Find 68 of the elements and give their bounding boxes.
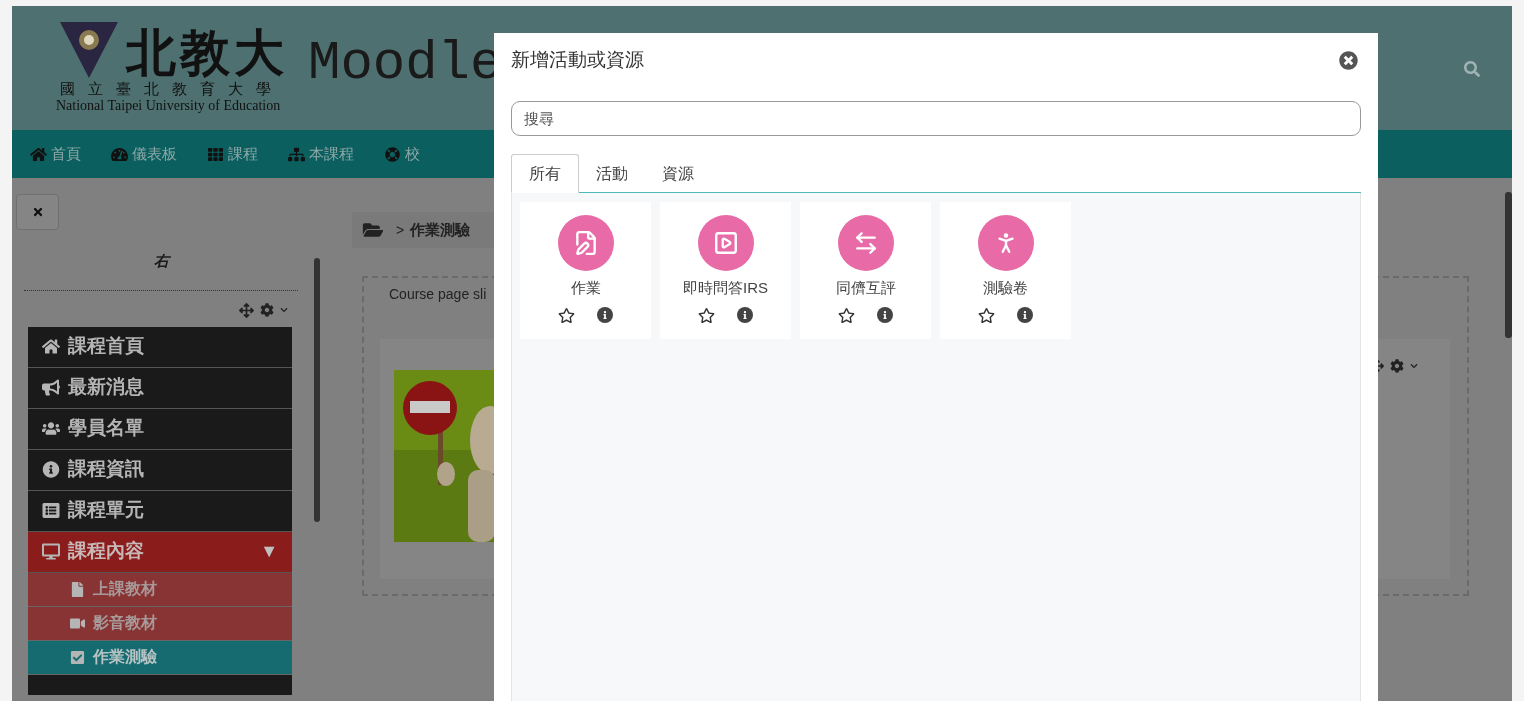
caret-icon[interactable] — [1410, 362, 1418, 370]
breadcrumb-separator: > — [396, 220, 405, 240]
lifebuoy-icon — [384, 146, 401, 162]
star-icon[interactable] — [698, 306, 715, 324]
sitemap-icon — [288, 146, 305, 162]
logo-subtitle: 國立臺北教育大學 — [60, 80, 285, 98]
activity-card[interactable]: 作業 — [520, 202, 651, 339]
home-icon — [30, 146, 47, 162]
logo-english-name: National Taipei University of Education — [56, 97, 282, 114]
activity-card[interactable]: 即時問答IRS — [660, 202, 791, 339]
star-icon[interactable] — [558, 306, 575, 324]
tab[interactable]: 所有 — [511, 154, 579, 193]
settings-icon[interactable] — [260, 303, 274, 317]
site-name: Moodle — [308, 31, 503, 96]
users-icon — [42, 420, 60, 437]
breadcrumb-link[interactable]: 作業測驗 — [410, 218, 471, 242]
menu-item[interactable]: 課程首頁 — [28, 326, 292, 368]
menu-label: 課程首頁 — [68, 334, 145, 359]
caret-icon[interactable] — [280, 306, 288, 314]
star-icon[interactable] — [978, 306, 995, 324]
folder-icon[interactable] — [362, 221, 384, 239]
checkbox-icon — [70, 649, 85, 665]
tab[interactable]: 資源 — [645, 154, 711, 193]
monitor-icon — [42, 543, 60, 560]
home-icon — [42, 338, 60, 355]
activity-label: 同儕互評 — [835, 278, 896, 298]
file-icon — [70, 581, 85, 597]
star-icon[interactable] — [838, 306, 855, 324]
menu-item[interactable]: 學員名單 — [28, 408, 292, 450]
expand-toggle[interactable]: ▼ — [260, 538, 278, 565]
grid-icon — [207, 146, 224, 162]
logo-title: 北教大 — [126, 24, 288, 81]
activity-label: 即時問答IRS — [683, 278, 768, 298]
close-button[interactable] — [16, 194, 59, 230]
menu-item[interactable]: 最新消息 — [28, 367, 292, 409]
list-icon — [42, 502, 60, 519]
info-icon — [42, 461, 60, 478]
menu-label: 學員名單 — [68, 416, 145, 441]
move-icon[interactable] — [239, 302, 254, 318]
menu-label: 課程資訊 — [68, 457, 145, 482]
info-icon[interactable] — [1017, 307, 1033, 323]
activity-label: 作業 — [570, 278, 601, 298]
submenu-label: 影音教材 — [93, 613, 157, 633]
info-icon[interactable] — [597, 307, 613, 323]
info-icon[interactable] — [737, 307, 753, 323]
menu-label: 課程單元 — [68, 498, 145, 523]
tab[interactable]: 活動 — [579, 154, 645, 193]
submenu-label: 上課教材 — [93, 579, 157, 599]
menu-item[interactable]: 課程單元 — [28, 490, 292, 532]
menu-item[interactable]: 課程內容 ▼ — [28, 531, 292, 573]
block-title: 右 — [154, 251, 172, 271]
activity-card[interactable]: 同儕互評 — [800, 202, 931, 339]
search-field[interactable]: 搜尋 — [511, 101, 1361, 136]
menu-label: 最新消息 — [68, 375, 145, 400]
gauge-icon — [111, 146, 128, 162]
menu-item[interactable]: 課程資訊 — [28, 449, 292, 491]
info-icon[interactable] — [877, 307, 893, 323]
settings-icon[interactable] — [1390, 359, 1404, 373]
submenu-label: 作業測驗 — [93, 647, 157, 667]
activity-card[interactable]: 測驗卷 — [940, 202, 1071, 339]
modal-title: 新增活動或資源 — [511, 47, 644, 72]
close-icon — [31, 206, 44, 218]
close-icon[interactable] — [1339, 50, 1358, 70]
block-title: Course page sli — [389, 286, 487, 302]
megaphone-icon — [42, 379, 60, 396]
menu-item[interactable] — [28, 674, 292, 695]
menu-label: 課程內容 — [68, 539, 145, 564]
activity-label: 測驗卷 — [983, 278, 1028, 298]
